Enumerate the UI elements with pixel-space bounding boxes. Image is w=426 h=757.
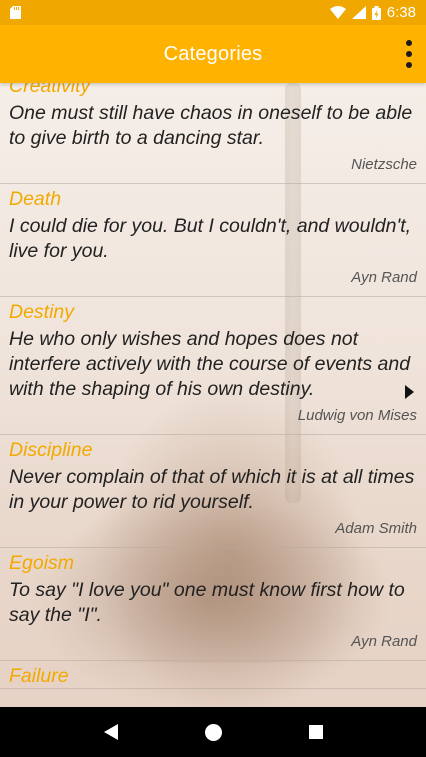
next-arrow-icon[interactable]: [405, 385, 414, 399]
category-label: Death: [9, 188, 62, 210]
wifi-icon: [329, 6, 346, 19]
overflow-menu-icon[interactable]: [402, 40, 416, 68]
author-label: Nietzsche: [351, 156, 417, 173]
recents-icon[interactable]: [308, 725, 323, 739]
signal-icon: [351, 6, 366, 19]
list-item[interactable]: Death I could die for you. But I couldn'…: [0, 184, 426, 297]
status-bar: 6:38: [0, 0, 426, 25]
quote-text: I could die for you. But I couldn't, and…: [9, 215, 412, 262]
page-title: Categories: [163, 42, 263, 65]
author-label: Adam Smith: [335, 520, 417, 537]
sd-card-icon: [10, 6, 21, 19]
quote-text: He who only wishes and hopes does not in…: [9, 328, 411, 400]
category-label: Creativity: [9, 83, 91, 97]
list-item[interactable]: Creativity One must still have chaos in …: [0, 83, 426, 184]
home-icon[interactable]: [204, 723, 222, 741]
author-label: Ludwig von Mises: [297, 407, 417, 424]
app-bar: Categories: [0, 25, 426, 83]
navigation-bar: [0, 707, 426, 757]
category-label: Egoism: [9, 552, 75, 574]
back-icon[interactable]: [103, 724, 118, 740]
quote-text: To say "I love you" one must know first …: [9, 579, 405, 626]
list-item[interactable]: Failure: [0, 661, 426, 689]
category-label: Discipline: [9, 439, 93, 461]
category-label: Destiny: [9, 301, 75, 323]
list-item[interactable]: Egoism To say "I love you" one must know…: [0, 548, 426, 661]
quote-list-area[interactable]: Creativity One must still have chaos in …: [0, 83, 426, 707]
author-label: Ayn Rand: [351, 633, 417, 650]
author-label: Ayn Rand: [351, 269, 417, 286]
quote-list: Creativity One must still have chaos in …: [0, 83, 426, 689]
list-item[interactable]: Destiny He who only wishes and hopes doe…: [0, 297, 426, 435]
list-item[interactable]: Discipline Never complain of that of whi…: [0, 435, 426, 548]
quote-text: One must still have chaos in oneself to …: [9, 102, 413, 149]
quote-text: Never complain of that of which it is at…: [9, 466, 415, 513]
category-label: Failure: [9, 665, 69, 687]
status-time: 6:38: [386, 4, 416, 21]
battery-icon: [371, 5, 381, 20]
